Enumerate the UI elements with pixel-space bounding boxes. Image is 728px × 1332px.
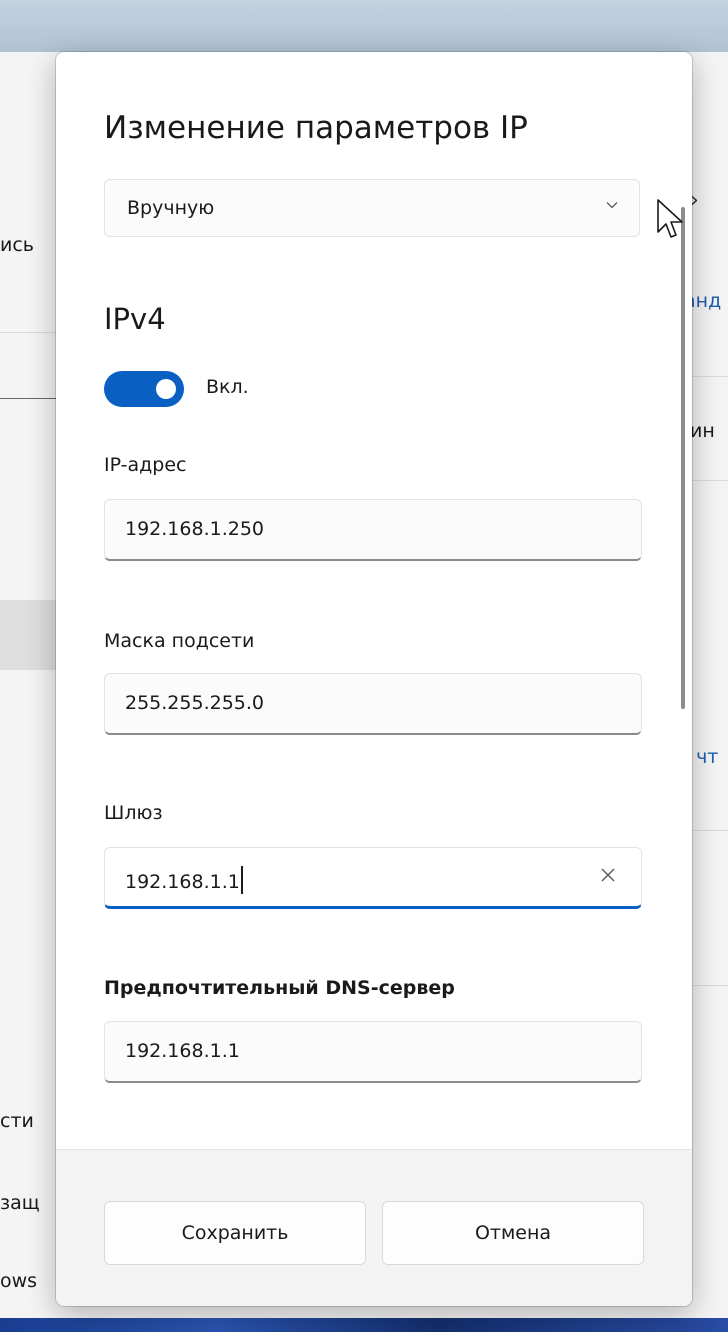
gateway-label: Шлюз <box>104 802 163 824</box>
ip-address-input[interactable]: 192.168.1.250 <box>104 499 642 561</box>
dialog-title: Изменение параметров IP <box>104 110 528 146</box>
subnet-mask-value: 255.255.255.0 <box>125 692 265 714</box>
ipv4-toggle[interactable] <box>104 371 184 407</box>
chevron-down-icon <box>606 202 618 209</box>
mouse-cursor-icon <box>657 199 683 238</box>
ipv4-toggle-label: Вкл. <box>206 376 249 398</box>
preferred-dns-value: 192.168.1.1 <box>125 1040 240 1062</box>
cancel-button[interactable]: Отмена <box>382 1201 644 1265</box>
edit-ip-settings-dialog: Изменение параметров IP Вручную IPv4 Вкл… <box>56 52 692 1306</box>
subnet-mask-label: Маска подсети <box>104 630 255 652</box>
toggle-knob <box>156 379 176 399</box>
ip-assignment-value: Вручную <box>127 197 215 219</box>
close-icon[interactable] <box>599 866 617 884</box>
text-caret <box>240 866 243 894</box>
gateway-value-text: 192.168.1.1 <box>125 871 240 893</box>
dialog-scrollbar[interactable] <box>681 207 685 709</box>
gateway-input[interactable]: 192.168.1.1 <box>104 847 642 909</box>
save-button[interactable]: Сохранить <box>104 1201 366 1265</box>
preferred-dns-input[interactable]: 192.168.1.1 <box>104 1021 642 1083</box>
ip-assignment-select[interactable]: Вручную <box>104 179 640 237</box>
gateway-value: 192.168.1.1 <box>125 866 243 894</box>
subnet-mask-input[interactable]: 255.255.255.0 <box>104 673 642 735</box>
ip-address-value: 192.168.1.250 <box>125 518 265 540</box>
preferred-dns-label: Предпочтительный DNS-сервер <box>104 977 455 999</box>
ipv4-section-title: IPv4 <box>104 302 166 336</box>
ip-address-label: IP-адрес <box>104 454 187 476</box>
